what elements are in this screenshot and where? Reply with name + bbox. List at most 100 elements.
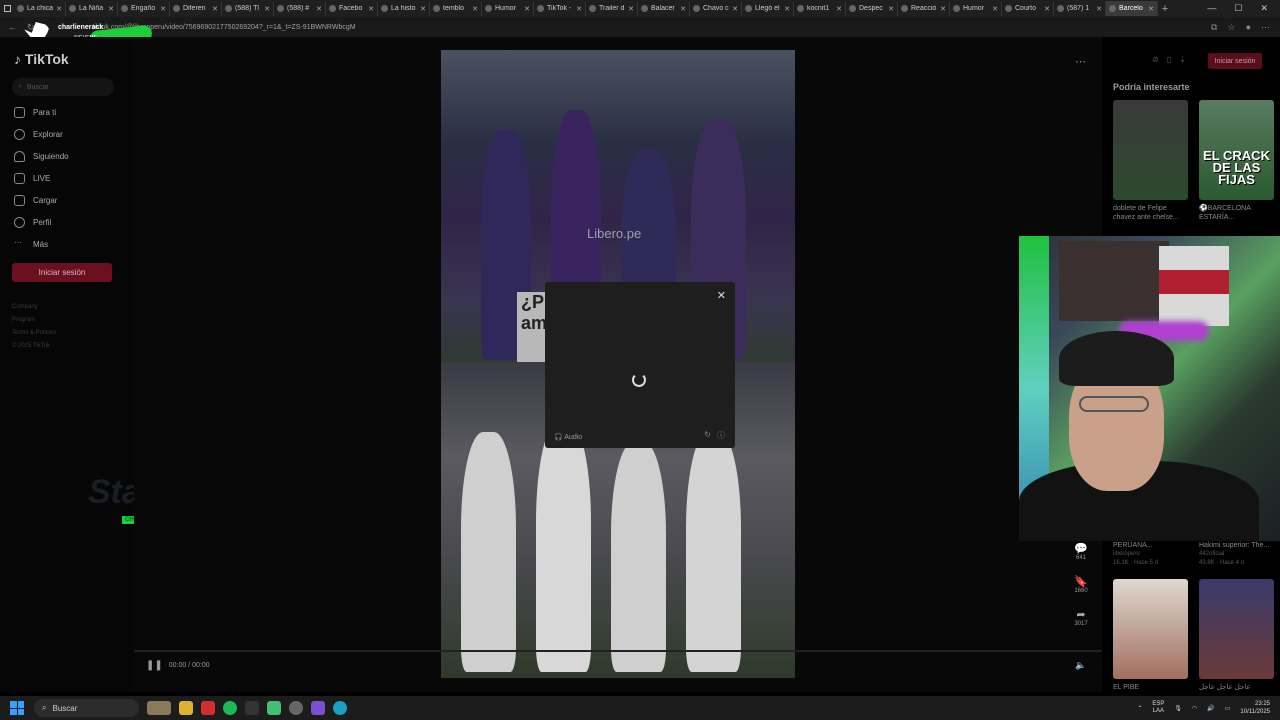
browser-tab[interactable]: Despec ✕ xyxy=(846,1,898,16)
close-window-icon[interactable]: ✕ xyxy=(1260,3,1268,14)
discord-icon[interactable] xyxy=(311,701,325,715)
browser-tab[interactable]: Chavo c ✕ xyxy=(690,1,742,16)
footer-company-link[interactable]: Company xyxy=(12,304,38,310)
tab-close-icon[interactable]: ✕ xyxy=(1044,5,1050,13)
brave-browser-icon[interactable] xyxy=(201,701,215,715)
video-progress-bar[interactable] xyxy=(134,650,1102,652)
extensions-icon[interactable]: ⧉ xyxy=(1211,22,1217,33)
tab-close-icon[interactable]: ✕ xyxy=(368,5,374,13)
tab-close-icon[interactable]: ✕ xyxy=(732,5,738,13)
video-card[interactable]: PERUANA... liberoperu 16.1K · Hace 5 d xyxy=(1113,537,1188,568)
spotify-icon[interactable] xyxy=(223,701,237,715)
browser-tab[interactable]: Trailer d ✕ xyxy=(586,1,638,16)
tab-close-icon[interactable]: ✕ xyxy=(316,5,322,13)
back-icon[interactable]: ← xyxy=(8,22,17,33)
device-icon[interactable]: ▯ xyxy=(1167,55,1171,64)
mic-icon[interactable]: 🎙 xyxy=(1174,705,1182,712)
tab-close-icon[interactable]: ✕ xyxy=(1096,5,1102,13)
sidebar-item-cargar[interactable]: Cargar xyxy=(14,195,57,206)
refresh-icon[interactable]: ↻ xyxy=(704,430,711,441)
footer-terms-link[interactable]: Terms & Policies xyxy=(12,330,56,336)
sidebar-item-mas[interactable]: ⋯ Más xyxy=(14,239,48,250)
app-icon[interactable] xyxy=(245,701,259,715)
video-card[interactable]: doblete de Felipe chavez ante chelse... xyxy=(1113,100,1188,222)
windows-start-icon[interactable] xyxy=(10,701,24,715)
edge-icon[interactable] xyxy=(333,701,347,715)
tab-close-icon[interactable]: ✕ xyxy=(160,5,166,13)
tab-close-icon[interactable]: ✕ xyxy=(836,5,842,13)
sidebar-item-live[interactable]: LIVE xyxy=(14,173,50,184)
sidebar-item-perfil[interactable]: Perfil xyxy=(14,217,51,228)
browser-tab[interactable]: Humor ✕ xyxy=(950,1,1002,16)
browser-tab[interactable]: Diferen ✕ xyxy=(170,1,222,16)
tab-close-icon[interactable]: ✕ xyxy=(108,5,114,13)
tab-close-icon[interactable]: ✕ xyxy=(420,5,426,13)
obs-icon[interactable] xyxy=(289,701,303,715)
login-button-top[interactable]: Iniciar sesión xyxy=(1208,53,1262,69)
browser-tab[interactable]: TikTok - ✕ xyxy=(534,1,586,16)
video-card[interactable]: Hakimi superior: The... 442oficial 43.8K… xyxy=(1199,537,1274,568)
browser-tab[interactable]: La Niña ✕ xyxy=(66,1,118,16)
save-button[interactable]: 🔖 1660 xyxy=(1072,575,1090,594)
login-button[interactable]: Iniciar sesión xyxy=(12,263,112,282)
star-icon[interactable]: ☆ xyxy=(1227,22,1235,33)
browser-tab[interactable]: Courto ✕ xyxy=(1002,1,1054,16)
video-card[interactable]: عاجل عاجل عاجل xyxy=(1199,579,1274,692)
browser-tab[interactable]: Balacer ✕ xyxy=(638,1,690,16)
menu-dots-icon[interactable]: ⋯ xyxy=(1261,22,1270,33)
browser-tab[interactable]: Llegó el ✕ xyxy=(742,1,794,16)
volume-icon[interactable]: 🔊 xyxy=(1207,705,1214,712)
browser-tab[interactable]: La chica ✕ xyxy=(14,1,66,16)
tab-close-icon[interactable]: ✕ xyxy=(56,5,62,13)
browser-tab[interactable]: (587) 1 ✕ xyxy=(1054,1,1106,16)
maximize-icon[interactable]: ☐ xyxy=(1234,3,1242,14)
tab-close-icon[interactable]: ✕ xyxy=(680,5,686,13)
audio-label[interactable]: 🎧 Audio xyxy=(554,433,582,441)
coin-icon[interactable]: ⊘ xyxy=(1152,55,1159,64)
pause-icon[interactable]: ❚❚ xyxy=(146,660,163,671)
taskbar-widgets-icon[interactable] xyxy=(147,701,171,715)
more-options-icon[interactable]: ⋯ xyxy=(1075,55,1086,68)
file-explorer-icon[interactable] xyxy=(179,701,193,715)
clock[interactable]: 23:25 10/11/2025 xyxy=(1240,700,1270,716)
footer-program-link[interactable]: Program xyxy=(12,317,35,323)
sidebar-item-siguiendo[interactable]: Siguiendo xyxy=(14,151,69,162)
tab-close-icon[interactable]: ✕ xyxy=(1148,5,1154,13)
download-icon[interactable]: ⇣ xyxy=(1179,55,1186,64)
browser-tab[interactable]: temblo ✕ xyxy=(430,1,482,16)
browser-tab[interactable]: (588) Tl ✕ xyxy=(222,1,274,16)
comment-button[interactable]: 💬 641 xyxy=(1072,542,1090,561)
new-tab-button[interactable]: + xyxy=(1158,3,1172,15)
profile-icon[interactable]: ● xyxy=(1246,22,1251,33)
video-card[interactable]: EL CRACK DE LAS FIJAS ⚽BARCELONA ESTARÍA… xyxy=(1199,100,1274,222)
battery-icon[interactable]: ▭ xyxy=(1225,705,1231,712)
tab-close-icon[interactable]: ✕ xyxy=(628,5,634,13)
tab-close-icon[interactable]: ✕ xyxy=(992,5,998,13)
browser-tab[interactable]: Barcelo ✕ xyxy=(1106,1,1158,16)
browser-tab[interactable]: La histo ✕ xyxy=(378,1,430,16)
tiktok-logo[interactable]: ♪ TikTok xyxy=(14,51,69,67)
browser-tab[interactable]: Humor ✕ xyxy=(482,1,534,16)
chevron-up-icon[interactable]: ⌃ xyxy=(1137,705,1142,712)
video-card[interactable]: EL PIBE xyxy=(1113,579,1188,692)
taskbar-search[interactable]: ⌕ Buscar xyxy=(34,699,139,717)
app-icon[interactable] xyxy=(267,701,281,715)
tab-close-icon[interactable]: ✕ xyxy=(472,5,478,13)
browser-tab[interactable]: Engaño ✕ xyxy=(118,1,170,16)
tab-close-icon[interactable]: ✕ xyxy=(784,5,790,13)
browser-tab[interactable]: Reacció ✕ xyxy=(898,1,950,16)
tab-close-icon[interactable]: ✕ xyxy=(888,5,894,13)
share-button[interactable]: ➦ 3017 xyxy=(1072,608,1090,627)
language-indicator[interactable]: ESP LAA xyxy=(1152,701,1164,715)
minimize-icon[interactable]: — xyxy=(1207,3,1216,14)
search-input[interactable]: ⌕ Buscar xyxy=(12,78,114,96)
window-menu-icon[interactable] xyxy=(0,0,14,17)
tab-close-icon[interactable]: ✕ xyxy=(524,5,530,13)
tab-close-icon[interactable]: ✕ xyxy=(940,5,946,13)
tab-close-icon[interactable]: ✕ xyxy=(264,5,270,13)
sidebar-item-explorar[interactable]: Explorar xyxy=(14,129,63,140)
tab-close-icon[interactable]: ✕ xyxy=(212,5,218,13)
close-icon[interactable]: ✕ xyxy=(717,289,726,302)
browser-tab[interactable]: kocnit1 ✕ xyxy=(794,1,846,16)
browser-tab[interactable]: (588) # ✕ xyxy=(274,1,326,16)
